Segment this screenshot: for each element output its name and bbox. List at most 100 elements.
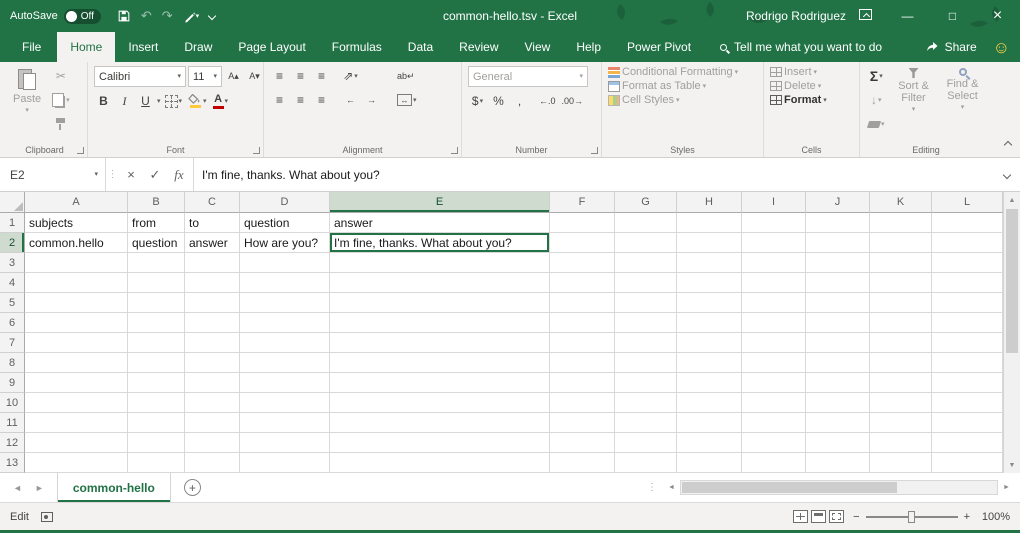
row-header-5[interactable]: 5 [0,293,25,313]
row-header-6[interactable]: 6 [0,313,25,333]
percent-style-button[interactable]: % [489,91,508,111]
row-header-12[interactable]: 12 [0,433,25,453]
cell-F10[interactable] [550,393,615,413]
cell-H6[interactable] [677,313,742,333]
cell-I3[interactable] [742,253,806,273]
column-header-g[interactable]: G [615,192,677,213]
cell-G4[interactable] [615,273,677,293]
cell-F5[interactable] [550,293,615,313]
autosum-button[interactable]: Σ▾ [866,66,887,86]
cell-A13[interactable] [25,453,128,473]
vert-scroll-thumb[interactable] [1006,209,1018,353]
cell-B6[interactable] [128,313,185,333]
row-header-3[interactable]: 3 [0,253,25,273]
next-sheet-button[interactable]: ► [35,483,44,493]
cell-K3[interactable] [870,253,932,273]
cell-J6[interactable] [806,313,870,333]
align-center-button[interactable]: ≡ [291,90,310,110]
cell-J2[interactable] [806,233,870,253]
column-header-k[interactable]: K [870,192,932,213]
cell-B3[interactable] [128,253,185,273]
decrease-font-size-button[interactable]: A▾ [245,67,264,87]
zoom-slider[interactable] [866,510,958,524]
user-name[interactable]: Rodrigo Rodriguez [746,9,846,23]
cell-K4[interactable] [870,273,932,293]
cell-C11[interactable] [185,413,240,433]
cell-F3[interactable] [550,253,615,273]
cell-H9[interactable] [677,373,742,393]
tab-file[interactable]: File [6,32,57,62]
cell-I1[interactable] [742,213,806,233]
cell-K5[interactable] [870,293,932,313]
font-size-combo[interactable]: 11▾ [188,66,222,87]
horizontal-scroll-track[interactable] [680,480,998,495]
cell-C4[interactable] [185,273,240,293]
cell-D5[interactable] [240,293,330,313]
cell-J13[interactable] [806,453,870,473]
scroll-down-button[interactable]: ▼ [1004,457,1020,473]
bold-button[interactable]: B [94,91,113,111]
tab-power-pivot[interactable]: Power Pivot [614,32,704,62]
cell-K7[interactable] [870,333,932,353]
format-painter-button[interactable] [50,114,72,134]
previous-sheet-button[interactable]: ◄ [13,483,22,493]
sheet-tab-common-hello[interactable]: common-hello [57,473,171,502]
italic-button[interactable]: I [115,91,134,111]
cell-C9[interactable] [185,373,240,393]
row-header-7[interactable]: 7 [0,333,25,353]
cell-A6[interactable] [25,313,128,333]
cell-G11[interactable] [615,413,677,433]
zoom-in-button[interactable]: + [964,511,970,523]
cell-G7[interactable] [615,333,677,353]
cell-E8[interactable] [330,353,550,373]
vertical-scrollbar[interactable]: ▲ ▼ [1003,192,1020,473]
column-header-b[interactable]: B [128,192,185,213]
find-select-button[interactable]: Find & Select ▾ [941,66,985,113]
zoom-slider-thumb[interactable] [908,511,915,523]
cell-L13[interactable] [932,453,1003,473]
cell-A9[interactable] [25,373,128,393]
cell-E6[interactable] [330,313,550,333]
cell-I13[interactable] [742,453,806,473]
cell-I10[interactable] [742,393,806,413]
orientation-button[interactable]: ⇗▾ [341,66,360,86]
cell-L8[interactable] [932,353,1003,373]
cell-E12[interactable] [330,433,550,453]
cell-G3[interactable] [615,253,677,273]
cell-E13[interactable] [330,453,550,473]
cell-K6[interactable] [870,313,932,333]
paste-button[interactable]: Paste ▾ [8,66,46,116]
cell-I2[interactable] [742,233,806,253]
close-button[interactable]: × [975,0,1020,32]
align-left-button[interactable]: ≡ [270,90,289,110]
normal-view-button[interactable] [793,510,808,523]
insert-function-button[interactable]: fx [167,158,191,191]
cell-I7[interactable] [742,333,806,353]
cell-E7[interactable] [330,333,550,353]
cell-C8[interactable] [185,353,240,373]
wrap-text-button[interactable]: ab↵ [395,66,417,86]
macro-record-icon[interactable] [41,512,53,522]
cell-D6[interactable] [240,313,330,333]
share-button[interactable]: Share [926,40,977,54]
cell-G2[interactable] [615,233,677,253]
tab-bar-resize-handle[interactable]: ⋮ [647,482,657,493]
maximize-button[interactable]: □ [930,0,975,32]
tab-review[interactable]: Review [446,32,511,62]
increase-font-size-button[interactable]: A▴ [224,67,243,87]
cell-H4[interactable] [677,273,742,293]
cell-B11[interactable] [128,413,185,433]
font-color-button[interactable]: A ▾ [211,91,231,111]
cut-button[interactable]: ✂ [50,66,72,86]
cell-E5[interactable] [330,293,550,313]
cell-L12[interactable] [932,433,1003,453]
cell-A7[interactable] [25,333,128,353]
cell-F11[interactable] [550,413,615,433]
cell-C5[interactable] [185,293,240,313]
cell-B1[interactable]: from [128,213,185,233]
cell-A4[interactable] [25,273,128,293]
name-box-dropdown-icon[interactable]: ▾ [94,171,98,178]
cell-H5[interactable] [677,293,742,313]
row-header-1[interactable]: 1 [0,213,25,233]
row-header-11[interactable]: 11 [0,413,25,433]
